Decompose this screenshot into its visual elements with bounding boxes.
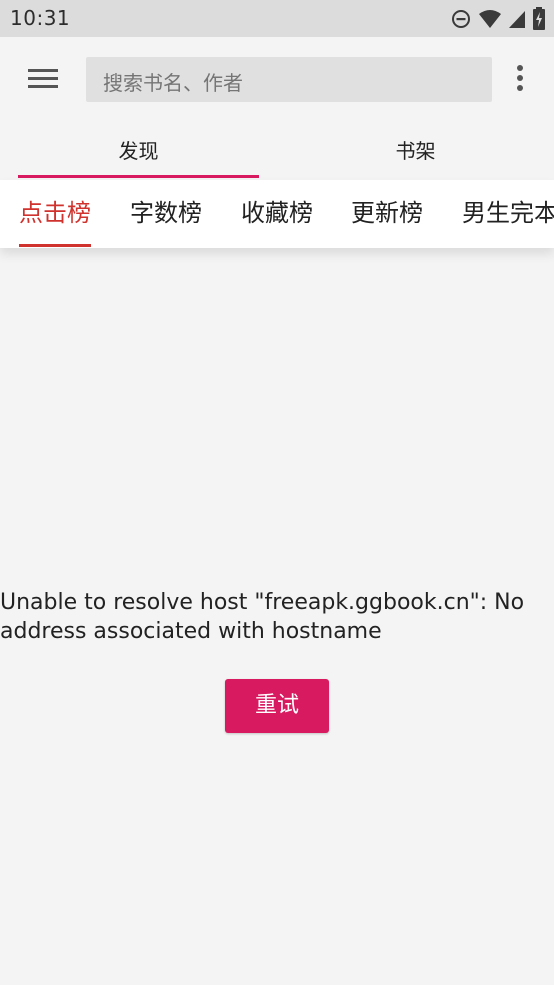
sub-tab-male-completed[interactable]: 男生完本 (462, 180, 554, 248)
tab-selected-indicator (18, 175, 259, 178)
search-input[interactable]: 搜索书名、作者 (86, 57, 492, 102)
tab-discover[interactable]: 发现 (0, 123, 277, 180)
more-vert-icon (516, 65, 524, 95)
sub-tab-favorites-label: 收藏榜 (241, 199, 313, 227)
retry-button[interactable]: 重试 (225, 679, 329, 733)
tab-bookshelf[interactable]: 书架 (277, 123, 554, 180)
tab-bookshelf-label: 书架 (395, 139, 436, 163)
status-time: 10:31 (10, 6, 71, 30)
more-options-button[interactable] (504, 59, 536, 101)
sub-tab-word-count[interactable]: 字数榜 (130, 180, 202, 248)
status-bar: 10:31 (0, 0, 554, 37)
status-icons (450, 7, 546, 31)
sub-tab-updates-label: 更新榜 (351, 199, 423, 227)
hamburger-menu-icon (28, 67, 58, 93)
sub-tab-clicks-label: 点击榜 (19, 199, 91, 227)
ranking-tabs[interactable]: 点击榜 字数榜 收藏榜 更新榜 男生完本 (0, 180, 554, 248)
sub-tab-favorites[interactable]: 收藏榜 (241, 180, 313, 248)
battery-charging-icon (532, 7, 546, 31)
sub-tab-clicks[interactable]: 点击榜 (19, 180, 91, 248)
menu-button[interactable] (18, 59, 68, 101)
do-not-disturb-icon (450, 8, 472, 30)
main-tabs: 发现 书架 (0, 123, 554, 180)
sub-tab-male-completed-label: 男生完本 (462, 199, 554, 227)
sub-tab-updates[interactable]: 更新榜 (351, 180, 423, 248)
app-bar: 搜索书名、作者 (0, 37, 554, 123)
sub-tab-selected-indicator (19, 244, 91, 247)
sub-tab-word-count-label: 字数榜 (130, 199, 202, 227)
wifi-icon (478, 9, 502, 29)
error-message: Unable to resolve host "freeapk.ggbook.c… (0, 590, 525, 644)
signal-icon (508, 9, 526, 29)
tab-discover-label: 发现 (118, 139, 159, 163)
search-placeholder: 搜索书名、作者 (103, 71, 243, 95)
